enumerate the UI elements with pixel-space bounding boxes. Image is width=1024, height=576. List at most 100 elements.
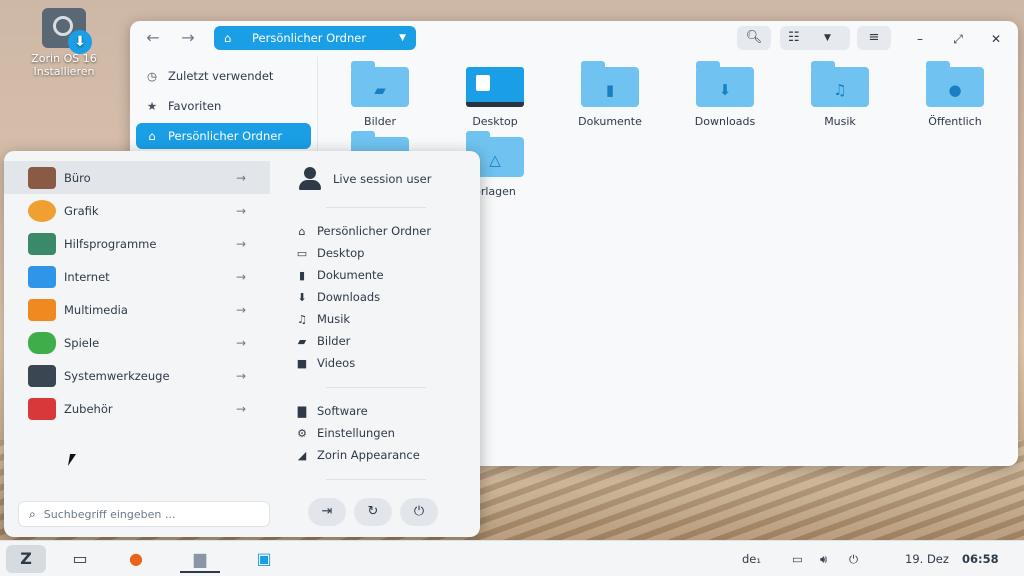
workspaces-icon[interactable]: ▭ (60, 545, 100, 573)
settings-icon: ⚙ (297, 426, 307, 440)
download-badge-icon: ⬇ (68, 30, 92, 54)
restart-button[interactable]: ↻ (354, 498, 392, 526)
search-input[interactable]: ⌕ Suchbegriff eingeben ... (18, 501, 270, 527)
system-label: Zorin Appearance (317, 448, 420, 462)
place-downloads[interactable]: ⬇ Downloads (295, 288, 380, 306)
document-icon: ▮ (298, 268, 306, 282)
display-icon[interactable]: ▭ (792, 541, 803, 576)
keyboard-layout[interactable]: de₁ (742, 541, 761, 576)
divider (326, 387, 426, 388)
home-icon: ⌂ (148, 129, 156, 143)
view-toggle-button[interactable]: ☷ ▼ (780, 26, 850, 50)
place-desktop[interactable]: ▭ Desktop (295, 244, 365, 262)
place-documents[interactable]: ▮ Dokumente (295, 266, 384, 284)
downloads-folder-icon: ⬇ (696, 61, 754, 107)
category-label: Büro (64, 170, 91, 185)
file-label: Öffentlich (928, 115, 982, 128)
arrow-right-icon: → (236, 170, 247, 185)
place-label: Musik (317, 312, 351, 326)
system-label: Einstellungen (317, 426, 395, 440)
arrow-right-icon: → (236, 401, 247, 416)
category-zubehoer[interactable]: Zubehör → (4, 392, 270, 425)
folder-musik[interactable]: ♫ Musik (785, 57, 895, 128)
appearance-icon: ◢ (297, 448, 307, 462)
power-status-icon[interactable]: ⏻ (849, 541, 858, 576)
user-avatar-icon (297, 167, 323, 191)
forward-arrow-icon[interactable]: → (175, 27, 201, 51)
date-label[interactable]: 19. Dez (905, 541, 949, 576)
desktop-install-icon[interactable]: ⬇ Zorin OS 16 Installieren (22, 8, 106, 78)
category-spiele[interactable]: Spiele → (4, 326, 270, 359)
place-label: Desktop (317, 246, 365, 260)
sidebar-item-home[interactable]: ⌂ Persönlicher Ordner (136, 123, 311, 149)
pictures-folder-icon: ▰ (351, 61, 409, 107)
view-options-chevron-icon[interactable]: ▼ (824, 26, 831, 50)
category-grafik[interactable]: Grafik → (4, 194, 270, 227)
file-label: Dokumente (578, 115, 642, 128)
power-icon: ⏻ (413, 504, 425, 519)
file-manager-toolbar: ← → ⌂ Persönlicher Ordner ▼ 🔍︎ ☷ ▼ ≡ – ⤢ … (130, 21, 1018, 57)
accessories-icon (28, 397, 56, 420)
file-label: Musik (824, 115, 856, 128)
user-button[interactable]: Live session user (297, 167, 431, 191)
internet-icon (28, 265, 56, 288)
logout-icon: ⇥ (321, 504, 333, 519)
place-home[interactable]: ⌂ Persönlicher Ordner (295, 222, 432, 240)
desktop-folder-icon (466, 67, 524, 107)
path-bar-button[interactable]: ⌂ Persönlicher Ordner ▼ (214, 26, 416, 50)
folder-dokumente[interactable]: ▮ Dokumente (555, 57, 665, 128)
place-label: Dokumente (317, 268, 384, 282)
music-icon: ♫ (297, 312, 307, 326)
system-appearance[interactable]: ◢ Zorin Appearance (295, 446, 420, 464)
clock-icon: ◷ (146, 69, 158, 83)
games-icon (28, 331, 56, 354)
system-software[interactable]: ▇ Software (295, 402, 368, 420)
search-icon: 🔍︎ (745, 30, 763, 45)
download-icon: ⬇ (297, 290, 307, 304)
system-settings[interactable]: ⚙ Einstellungen (295, 424, 395, 442)
category-systemwerkzeuge[interactable]: Systemwerkzeuge → (4, 359, 270, 392)
folder-desktop[interactable]: Desktop (440, 57, 550, 128)
sidebar-item-recent[interactable]: ◷ Zuletzt verwendet (136, 63, 311, 89)
category-label: Hilfsprogramme (64, 236, 157, 251)
desktop-icon-label-1: Zorin OS 16 (31, 52, 97, 65)
volume-icon[interactable]: 🔊︎ (820, 541, 827, 576)
category-buero[interactable]: Büro → (4, 161, 270, 194)
search-button[interactable]: 🔍︎ (737, 26, 771, 50)
zorin-menu-icon[interactable]: Z (6, 545, 46, 573)
close-icon[interactable]: ✕ (987, 30, 1005, 48)
place-videos[interactable]: ■ Videos (295, 354, 355, 372)
file-label: Downloads (694, 115, 756, 128)
files-icon[interactable]: ▆ (180, 545, 220, 573)
home-icon: ⌂ (224, 31, 232, 45)
system-tools-icon (28, 364, 56, 387)
folder-downloads[interactable]: ⬇ Downloads (670, 57, 780, 128)
desktop-icon-label-2: Installieren (33, 65, 95, 78)
minimize-icon[interactable]: – (911, 30, 929, 48)
star-icon: ★ (146, 99, 158, 113)
sidebar-item-label: Persönlicher Ordner (168, 129, 283, 143)
place-music[interactable]: ♫ Musik (295, 310, 350, 328)
place-pictures[interactable]: ▰ Bilder (295, 332, 351, 350)
category-hilfsprogramme[interactable]: Hilfsprogramme → (4, 227, 270, 260)
search-placeholder: Suchbegriff eingeben ... (43, 507, 176, 521)
divider (326, 207, 426, 208)
search-icon: ⌕ (29, 506, 36, 521)
logout-button[interactable]: ⇥ (308, 498, 346, 526)
category-multimedia[interactable]: Multimedia → (4, 293, 270, 326)
arrow-right-icon: → (236, 269, 247, 284)
time-label[interactable]: 06:58 (962, 541, 999, 576)
menu-button[interactable]: ≡ (857, 26, 891, 50)
maximize-icon[interactable]: ⤢ (949, 30, 967, 48)
category-internet[interactable]: Internet → (4, 260, 270, 293)
hamburger-icon: ≡ (868, 30, 880, 45)
folder-oeffentlich[interactable]: ● Öffentlich (900, 57, 1010, 128)
folder-bilder[interactable]: ▰ Bilder (325, 57, 435, 128)
back-arrow-icon[interactable]: ← (140, 27, 166, 51)
software-store-icon[interactable]: ▣ (244, 545, 284, 573)
arrow-right-icon: → (236, 335, 247, 350)
power-button[interactable]: ⏻ (400, 498, 438, 526)
divider (326, 479, 426, 480)
firefox-icon[interactable]: ● (116, 545, 156, 573)
sidebar-item-favorites[interactable]: ★ Favoriten (136, 93, 311, 119)
